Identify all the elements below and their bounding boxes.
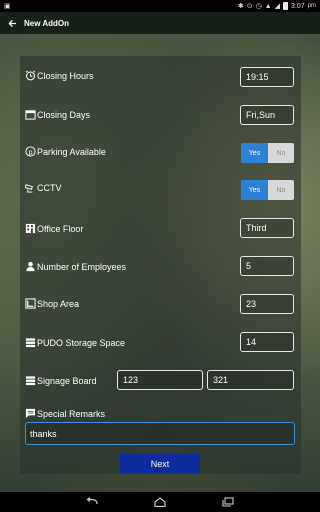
signage-row: Signage Board (25, 375, 97, 386)
next-button[interactable]: Next (120, 454, 200, 473)
pudo-label: PUDO Storage Space (37, 337, 126, 348)
wifi-icon: ◢ (274, 2, 281, 10)
closing-hours-field[interactable]: 19:15 (240, 67, 294, 87)
employees-label: Number of Employees (37, 261, 127, 272)
employees-field[interactable]: 5 (240, 256, 294, 276)
closing-days-row: Closing Days (25, 109, 90, 120)
cctv-label: CCTV (37, 182, 62, 193)
shop-area-field[interactable]: 23 (240, 294, 294, 314)
closing-days-field[interactable]: Fri,Sun (240, 105, 294, 125)
action-bar: New AddOn (0, 12, 320, 34)
status-ampm: pm (307, 3, 316, 9)
closing-hours-row: Closing Hours (25, 70, 94, 81)
closing-hours-label: Closing Hours (37, 70, 94, 81)
signage-icon (25, 375, 36, 386)
signage-field-1[interactable]: 123 (117, 370, 203, 390)
parking-row: p Parking Available (25, 146, 106, 157)
area-icon (25, 298, 36, 309)
office-floor-row: Office Floor (25, 223, 83, 234)
remarks-row: Special Remarks (25, 408, 105, 419)
pudo-field[interactable]: 14 (240, 332, 294, 352)
office-floor-field[interactable]: Third (240, 218, 294, 238)
back-arrow-icon[interactable] (2, 12, 22, 34)
storage-icon (25, 337, 36, 348)
comment-icon (25, 408, 36, 419)
screenshot-icon: ▣ (4, 2, 11, 10)
signage-field-2[interactable]: 321 (207, 370, 294, 390)
navigation-bar (0, 492, 320, 512)
alarm-icon: ◷ (255, 2, 262, 10)
office-floor-label: Office Floor (37, 223, 84, 234)
status-time: 3:07 (291, 2, 305, 10)
signage-label: Signage Board (37, 375, 97, 386)
cctv-no-option[interactable]: No (268, 180, 294, 200)
remarks-label: Special Remarks (37, 408, 106, 419)
bluetooth-icon: ✱ (237, 2, 244, 10)
remarks-field[interactable]: thanks (25, 422, 295, 445)
svg-text:p: p (28, 147, 32, 156)
shop-area-label: Shop Area (37, 298, 80, 309)
battery-icon (283, 2, 289, 10)
employees-row: Number of Employees (25, 261, 126, 272)
alarm-clock-icon (25, 70, 36, 81)
signal-icon: ▲ (264, 2, 272, 10)
parking-yes-option[interactable]: Yes (241, 143, 268, 163)
calendar-icon (25, 109, 36, 120)
person-icon (25, 261, 36, 272)
closing-days-label: Closing Days (37, 109, 91, 120)
parking-toggle[interactable]: Yes No (241, 143, 294, 163)
parking-no-option[interactable]: No (268, 143, 294, 163)
location-icon: ⊙ (246, 2, 253, 10)
parking-icon: p (25, 146, 36, 157)
cctv-camera-icon (25, 182, 36, 193)
shop-area-row: Shop Area (25, 298, 79, 309)
cctv-row: CCTV (25, 182, 62, 193)
nav-home-icon[interactable] (150, 495, 170, 509)
pudo-row: PUDO Storage Space (25, 337, 125, 348)
cctv-yes-option[interactable]: Yes (241, 180, 268, 200)
cctv-toggle[interactable]: Yes No (241, 180, 294, 200)
building-icon (25, 223, 36, 234)
nav-back-icon[interactable] (82, 495, 102, 509)
nav-recents-icon[interactable] (218, 495, 238, 509)
status-bar: ▣ ✱ ⊙ ◷ ▲ ◢ 3:07 pm (0, 0, 320, 12)
parking-label: Parking Available (37, 146, 106, 157)
page-title: New AddOn (24, 18, 70, 28)
